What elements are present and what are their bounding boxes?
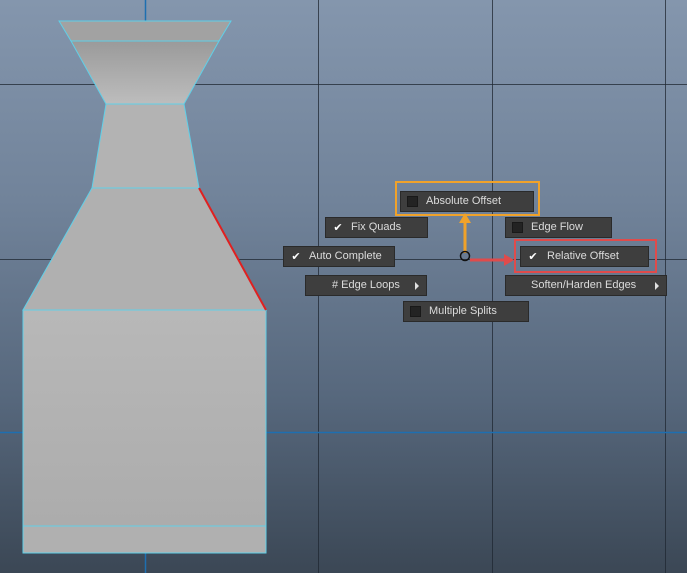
- mesh-vase[interactable]: [22, 20, 267, 554]
- edge-loops-label: # Edge Loops: [332, 279, 400, 291]
- mesh-face-neck: [91, 103, 200, 189]
- mesh-face-body: [22, 309, 267, 527]
- checkbox-empty-icon[interactable]: [407, 196, 418, 207]
- soften-harden-edges-submenu[interactable]: Soften/Harden Edges: [505, 275, 667, 296]
- checkmark-icon[interactable]: ✔: [332, 222, 344, 234]
- absolute-offset-option[interactable]: Absolute Offset: [400, 191, 534, 212]
- relative-offset-label: Relative Offset: [547, 250, 619, 262]
- checkmark-icon[interactable]: ✔: [290, 251, 302, 263]
- checkbox-empty-icon[interactable]: [410, 306, 421, 317]
- auto-complete-label: Auto Complete: [309, 250, 382, 262]
- fix-quads-option[interactable]: ✔ Fix Quads: [325, 217, 428, 238]
- mesh-face-lip: [58, 20, 232, 42]
- edge-flow-label: Edge Flow: [531, 221, 583, 233]
- checkmark-icon[interactable]: ✔: [527, 251, 539, 263]
- mesh-face-shoulder: [22, 187, 267, 311]
- arrow-up-head: [459, 213, 471, 223]
- multiple-splits-label: Multiple Splits: [429, 305, 497, 317]
- absolute-offset-label: Absolute Offset: [426, 195, 502, 207]
- edge-loops-submenu[interactable]: # Edge Loops: [305, 275, 427, 296]
- checkbox-empty-icon[interactable]: [512, 222, 523, 233]
- viewport-3d[interactable]: Absolute Offset ✔ Fix Quads Edge Flow ✔ …: [0, 0, 687, 573]
- mesh-face-base: [22, 525, 267, 554]
- mesh-face-funnel: [70, 40, 220, 105]
- fix-quads-label: Fix Quads: [351, 221, 402, 233]
- multiple-splits-option[interactable]: Multiple Splits: [403, 301, 529, 322]
- arrow-right-head: [504, 254, 514, 266]
- submenu-arrow-icon: [655, 282, 659, 290]
- auto-complete-option[interactable]: ✔ Auto Complete: [283, 246, 395, 267]
- relative-offset-option[interactable]: ✔ Relative Offset: [520, 246, 649, 267]
- submenu-arrow-icon: [415, 282, 419, 290]
- edge-flow-option[interactable]: Edge Flow: [505, 217, 612, 238]
- soften-harden-edges-label: Soften/Harden Edges: [531, 279, 637, 291]
